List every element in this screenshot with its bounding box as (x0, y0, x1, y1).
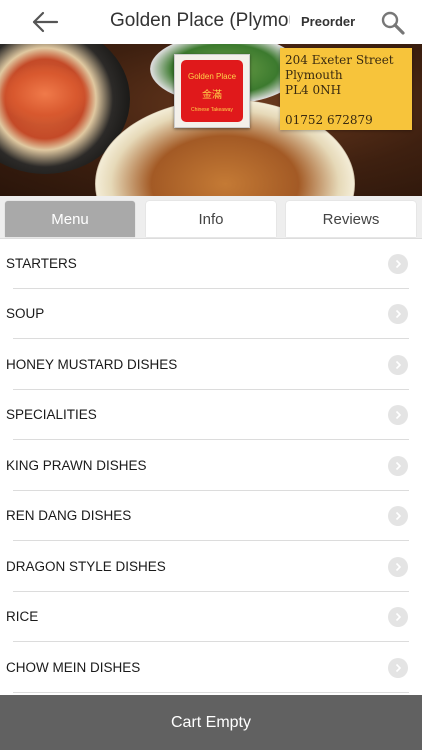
category-label: DRAGON STYLE DISHES (6, 559, 166, 574)
logo-subtitle: Chinese Takeaway (191, 107, 233, 113)
chevron-right-icon (388, 254, 408, 274)
divider (13, 338, 409, 339)
chevron-right-icon (388, 304, 408, 324)
menu-category-row[interactable]: RICE (0, 592, 422, 642)
preorder-button[interactable]: Preorder (301, 14, 355, 29)
tab-menu[interactable]: Menu (5, 201, 135, 237)
category-label: SPECIALITIES (6, 407, 97, 422)
address-street: 204 Exeter Street (285, 53, 394, 67)
app-header: Golden Place (Plymouth) Preorder (0, 0, 422, 45)
chevron-right-icon (388, 658, 408, 678)
address-city: Plymouth (285, 68, 343, 82)
page-title: Golden Place (Plymouth) (110, 10, 290, 31)
divider (13, 439, 409, 440)
divider (13, 641, 409, 642)
menu-category-row[interactable]: KING PRAWN DISHES (0, 441, 422, 491)
category-label: HONEY MUSTARD DISHES (6, 357, 178, 372)
category-label: REN DANG DISHES (6, 508, 132, 523)
tab-reviews[interactable]: Reviews (286, 201, 416, 237)
menu-category-row[interactable]: HONEY MUSTARD DISHES (0, 340, 422, 390)
phone-number[interactable]: 01752 672879 (285, 113, 373, 127)
menu-category-row[interactable]: SPECIALITIES (0, 390, 422, 440)
restaurant-logo: Golden Place 金滿 Chinese Takeaway (174, 54, 250, 128)
category-label: STARTERS (6, 256, 77, 271)
menu-category-row[interactable]: STARTERS (0, 239, 422, 289)
back-arrow-icon[interactable] (30, 8, 60, 36)
address-card: 204 Exeter Street Plymouth PL4 0NH 01752… (280, 48, 412, 130)
logo-chinese-name: 金滿 (202, 90, 222, 101)
chevron-right-icon (388, 355, 408, 375)
chevron-right-icon (388, 607, 408, 627)
menu-category-row[interactable]: CHOW MEIN DISHES (0, 643, 422, 693)
divider (13, 540, 409, 541)
cart-button[interactable]: Cart Empty (0, 695, 422, 750)
restaurant-banner: Golden Place 金滿 Chinese Takeaway 204 Exe… (0, 44, 422, 196)
logo-badge: Golden Place 金滿 Chinese Takeaway (181, 60, 243, 122)
tab-bar: Menu Info Reviews (0, 196, 422, 239)
chevron-right-icon (388, 456, 408, 476)
category-label: SOUP (6, 306, 45, 321)
menu-category-row[interactable]: SOUP (0, 289, 422, 339)
category-label: KING PRAWN DISHES (6, 458, 147, 473)
logo-name: Golden Place (187, 72, 237, 81)
chevron-right-icon (388, 557, 408, 577)
category-label: CHOW MEIN DISHES (6, 660, 141, 675)
menu-category-row[interactable]: DRAGON STYLE DISHES (0, 542, 422, 592)
divider (13, 692, 409, 693)
address-postcode: PL4 0NH (285, 83, 342, 97)
chevron-right-icon (388, 405, 408, 425)
menu-category-list: STARTERS SOUP HONEY MUSTARD DISHES SPECI… (0, 239, 422, 695)
chevron-right-icon (388, 506, 408, 526)
category-label: RICE (6, 609, 39, 624)
menu-category-row[interactable]: REN DANG DISHES (0, 491, 422, 541)
tab-info[interactable]: Info (146, 201, 276, 237)
search-icon[interactable] (380, 10, 406, 36)
